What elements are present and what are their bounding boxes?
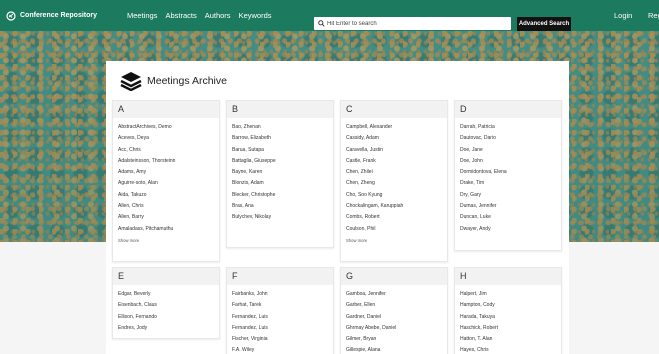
author-link[interactable]: Bayne, Karen [232, 167, 276, 178]
author-link[interactable]: Allen, Chris [118, 201, 175, 212]
author-link[interactable]: Bras, Ana [232, 201, 276, 212]
show-more-link[interactable]: Show more [118, 235, 175, 246]
author-link[interactable]: Bao, Zhenan [232, 122, 276, 133]
author-link[interactable]: Chen, Zhilei [346, 167, 403, 178]
page-title: Meetings Archive [147, 75, 227, 87]
brand-logo-icon [6, 10, 16, 21]
search-box[interactable] [314, 17, 511, 30]
author-link[interactable]: Blecker, Christophe [232, 190, 276, 201]
author-link[interactable]: Caravella, Justin [346, 145, 403, 156]
column-letter: D [455, 101, 561, 118]
author-link[interactable]: Amaladass, Pitchamuthu [118, 224, 175, 235]
login-link[interactable]: Login [614, 0, 632, 31]
author-link[interactable]: Barrow, Elizabeth [232, 133, 276, 144]
author-link[interactable]: Fairbanks, John [232, 289, 268, 300]
author-link[interactable]: Gamboa, Jennifer [346, 289, 396, 300]
column-letter: C [341, 101, 447, 118]
author-link[interactable]: Hampton, Cody [460, 300, 498, 311]
author-link[interactable]: Adalsteinsson, Thorsteinn [118, 156, 175, 167]
column-letter: A [113, 101, 219, 118]
author-link[interactable]: Halpert, Jim [460, 289, 498, 300]
nav-link-authors[interactable]: Authors [205, 11, 231, 20]
author-link[interactable]: Fernandez, Luis [232, 323, 268, 334]
author-link[interactable]: Chockalingam, Karuppiah [346, 201, 403, 212]
author-column-e: E Edgar, Beverly Eisenbach, Claus Elliso… [112, 267, 220, 339]
author-link[interactable]: Hayes, Chris [460, 345, 498, 354]
author-link[interactable]: Fernandez, Luis [232, 312, 268, 323]
author-link[interactable]: Edgar, Beverly [118, 289, 157, 300]
author-link[interactable]: Duncan, Luke [460, 212, 507, 223]
register-link[interactable]: Regi [648, 0, 659, 31]
panel-header: Meetings Archive [118, 71, 227, 91]
advanced-search-button[interactable]: Advanced Search [517, 17, 571, 31]
author-link[interactable]: Gillespie, Alana [346, 345, 396, 354]
author-link[interactable]: Doe, Jane [460, 145, 507, 156]
author-link[interactable]: Ellison, Fernando [118, 312, 157, 323]
author-link[interactable]: Harada, Takuya [460, 312, 498, 323]
author-link[interactable]: Battaglia, Giuseppe [232, 156, 276, 167]
author-link[interactable]: Gardner, Daniel [346, 312, 396, 323]
author-link[interactable]: AbstractArchives, Demo [118, 122, 175, 133]
author-link[interactable]: Allen, Barry [118, 212, 175, 223]
nav-links: Meetings Abstracts Authors Keywords [127, 0, 280, 31]
author-link[interactable]: Blonzis, Adam [232, 178, 276, 189]
show-more-link[interactable]: Show more [346, 235, 403, 246]
author-link[interactable]: Castle, Frank [346, 156, 403, 167]
author-column-b: B Bao, Zhenan Barrow, Elizabeth Barua, S… [226, 100, 334, 248]
author-link[interactable]: Dry, Gary [460, 190, 507, 201]
author-link[interactable]: Dumas, Jennifer [460, 201, 507, 212]
author-link[interactable]: Farhat, Tarek [232, 300, 268, 311]
column-letter: E [113, 268, 219, 285]
column-letter: G [341, 268, 447, 285]
author-column-a: A AbstractArchives, Demo Aceves, Deya Ac… [112, 100, 220, 262]
author-link[interactable]: Ghrmay Abebe, Daniel [346, 323, 396, 334]
author-link[interactable]: Haschick, Robert [460, 323, 498, 334]
author-link[interactable]: Combs, Robert [346, 212, 403, 223]
author-link[interactable]: Adams, Amy [118, 167, 175, 178]
author-column-f: F Fairbanks, John Farhat, Tarek Fernande… [226, 267, 334, 354]
author-column-c: C Campbell, Alexander Cassidy, Adam Cara… [340, 100, 448, 262]
brand[interactable]: Conference Repository [6, 0, 97, 31]
column-letter: F [227, 268, 333, 285]
author-link[interactable]: Gilmer, Bryan [346, 334, 396, 345]
author-link[interactable]: Barua, Sutapa [232, 145, 276, 156]
column-letter: B [227, 101, 333, 118]
nav-link-keywords[interactable]: Keywords [239, 11, 272, 20]
author-column-g: G Gamboa, Jennifer Garber, Ellen Gardner… [340, 267, 448, 354]
author-link[interactable]: Garber, Ellen [346, 300, 396, 311]
top-navbar: Conference Repository Meetings Abstracts… [0, 0, 659, 31]
author-link[interactable]: F.A. Wiley [232, 345, 268, 354]
author-link[interactable]: Acc, Chris [118, 145, 175, 156]
author-link[interactable]: Cho, Soo Kyung [346, 190, 403, 201]
author-link[interactable]: Fischer, Virginia [232, 334, 268, 345]
author-link[interactable]: Dautovac, Dario [460, 133, 507, 144]
brand-name: Conference Repository [20, 12, 98, 19]
author-link[interactable]: Cassidy, Adam [346, 133, 403, 144]
author-link[interactable]: Bulychev, Nikolay [232, 212, 276, 223]
author-link[interactable]: Endres, Jody [118, 323, 157, 334]
search-icon [318, 20, 325, 27]
author-link[interactable]: Campbell, Alexander [346, 122, 403, 133]
column-letter: H [455, 268, 561, 285]
search-input[interactable] [327, 20, 507, 27]
author-link[interactable]: Hatton, T. Alan [460, 334, 498, 345]
author-link[interactable]: Darrah, Patricia [460, 122, 507, 133]
author-link[interactable]: Doe, John [460, 156, 507, 167]
meetings-archive-panel: Meetings Archive A AbstractArchives, Dem… [106, 61, 569, 354]
author-link[interactable]: Drake, Tim [460, 178, 507, 189]
author-column-h: H Halpert, Jim Hampton, Cody Harada, Tak… [454, 267, 562, 354]
author-link[interactable]: Aguirre-soto, Alan [118, 178, 175, 189]
archive-stack-icon [120, 72, 142, 91]
author-link[interactable]: Aceves, Deya [118, 133, 175, 144]
author-link[interactable]: Eisenbach, Claus [118, 300, 157, 311]
nav-link-meetings[interactable]: Meetings [127, 11, 157, 20]
author-link[interactable]: Aida, Takuzo [118, 190, 175, 201]
author-link[interactable]: Dormidontova, Elena [460, 167, 507, 178]
nav-link-abstracts[interactable]: Abstracts [165, 11, 196, 20]
author-column-d: D Darrah, Patricia Dautovac, Dario Doe, … [454, 100, 562, 251]
author-link[interactable]: Chen, Zheng [346, 178, 403, 189]
author-link[interactable]: Coulson, Phil [346, 224, 403, 235]
author-link[interactable]: Dwayer, Andy [460, 224, 507, 235]
